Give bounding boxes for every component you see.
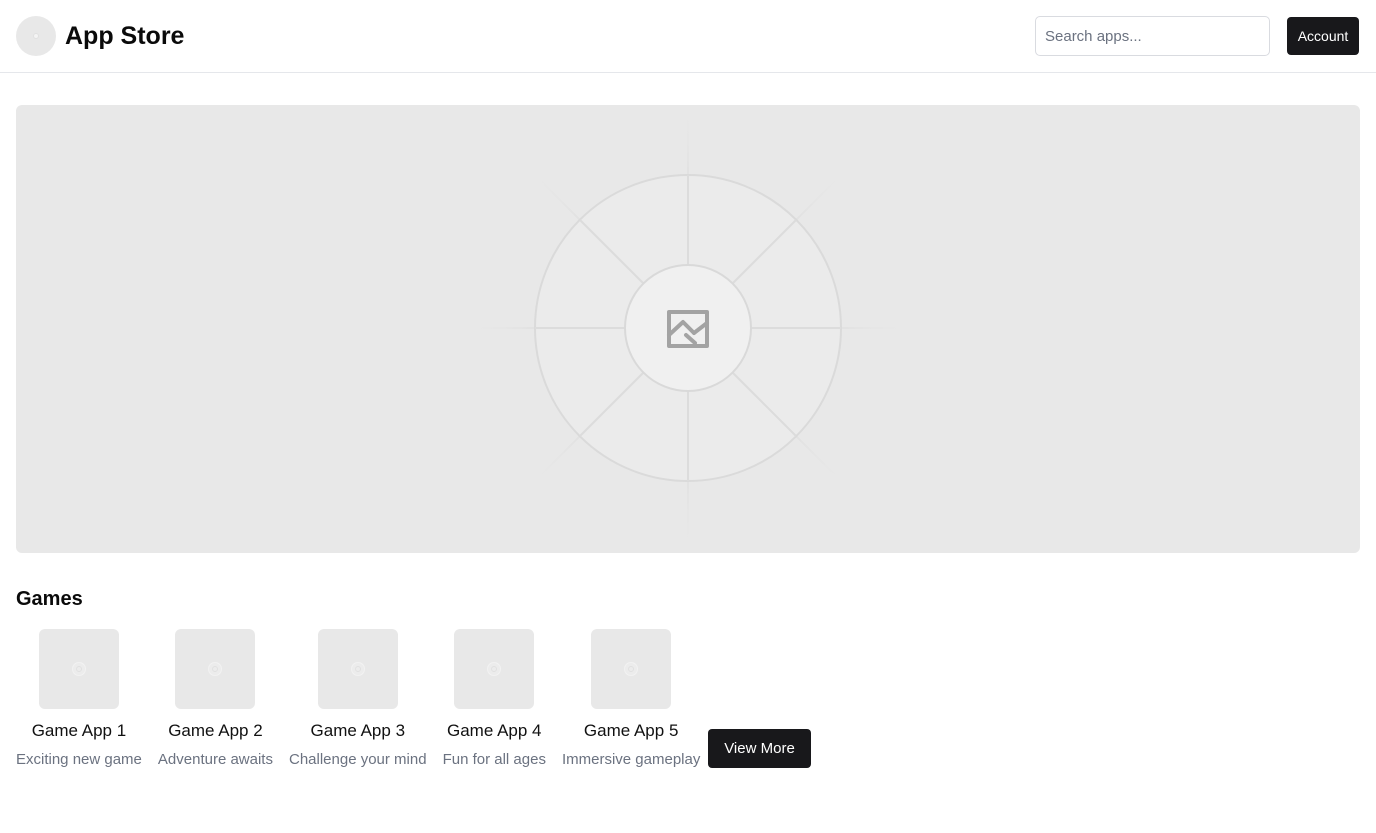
- game-description: Challenge your mind: [288, 751, 427, 768]
- game-card[interactable]: Game App 2 Adventure awaits: [158, 629, 273, 770]
- logo-placeholder-icon[interactable]: [16, 16, 56, 56]
- game-icon: [317, 629, 398, 709]
- featured-banner[interactable]: [16, 105, 1360, 553]
- game-card[interactable]: Game App 1 Exciting new game: [16, 629, 142, 770]
- app-title: App Store: [65, 22, 185, 50]
- game-name: Game App 2: [168, 721, 263, 740]
- game-description: Immersive gameplay: [561, 751, 701, 768]
- game-name: Game App 4: [447, 721, 542, 740]
- game-name: Game App 5: [583, 721, 679, 740]
- account-button[interactable]: Account: [1287, 17, 1359, 55]
- game-name: Game App 3: [310, 721, 406, 740]
- game-description: Exciting new game: [16, 751, 142, 768]
- game-card[interactable]: Game App 5 Immersive gameplay: [562, 629, 700, 770]
- game-card[interactable]: Game App 3 Challenge your mind: [289, 629, 427, 770]
- game-name: Game App 1: [31, 721, 127, 740]
- logo-dot: [33, 33, 39, 39]
- game-icon: [454, 629, 535, 709]
- game-description: Fun for all ages: [442, 751, 546, 768]
- game-card[interactable]: Game App 4 Fun for all ages: [443, 629, 546, 770]
- game-icon: [591, 629, 672, 709]
- search-input[interactable]: [1035, 16, 1270, 56]
- game-icon: [38, 629, 119, 709]
- header: App Store Account: [0, 0, 1376, 73]
- game-icon: [175, 629, 256, 709]
- image-placeholder-icon: [458, 105, 918, 553]
- view-more-button[interactable]: View More: [708, 729, 811, 768]
- games-section-title: Games: [16, 588, 83, 610]
- games-list: Game App 1 Exciting new game Game App 2 …: [16, 629, 716, 770]
- game-description: Adventure awaits: [157, 751, 273, 768]
